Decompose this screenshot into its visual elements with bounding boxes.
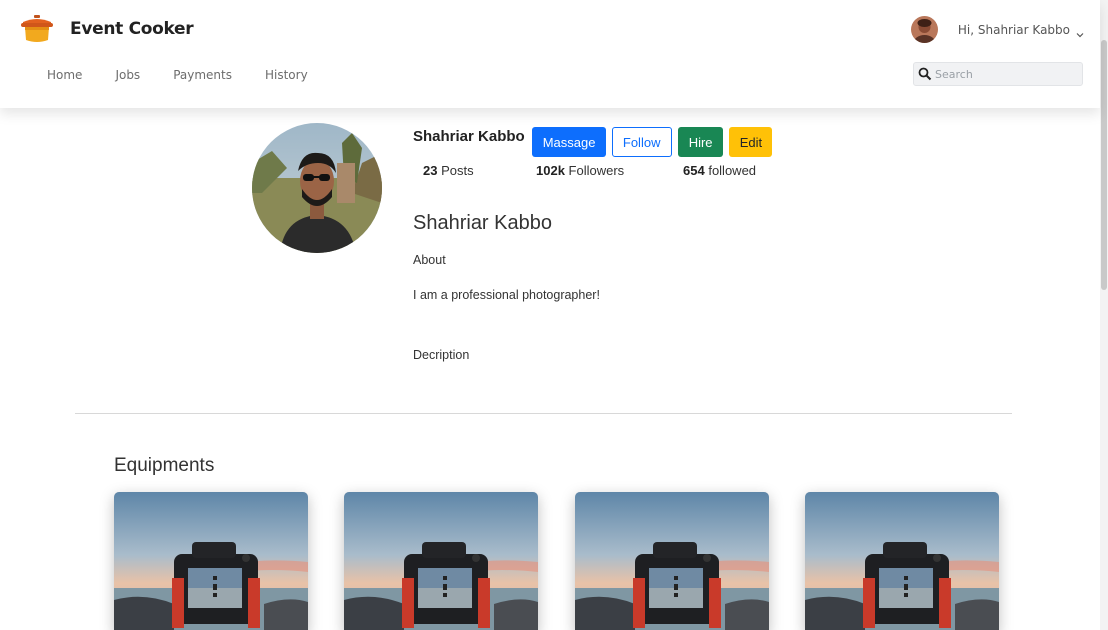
profile-header: Shahriar Kabbo Massage Follow Hire Edit [413, 126, 772, 157]
brand-name: Event Cooker [70, 19, 194, 39]
stat-followers: 102k Followers [536, 163, 624, 178]
equipment-card[interactable] [575, 492, 769, 630]
equipment-card[interactable] [805, 492, 999, 630]
camera-photo-image [114, 492, 308, 630]
camera-photo-image [805, 492, 999, 630]
search-box [913, 62, 1083, 86]
follow-button[interactable]: Follow [611, 127, 672, 157]
main-nav: Home Jobs Payments History [47, 68, 341, 82]
section-divider [75, 413, 1012, 414]
nav-item-payments[interactable]: Payments [173, 68, 232, 82]
user-greeting: Hi, Shahriar Kabbo [957, 22, 1070, 37]
posts-count: 23 [423, 163, 438, 178]
profile-photo [252, 123, 382, 253]
equipment-card[interactable] [114, 492, 308, 630]
camera-photo-image [344, 492, 538, 630]
search-input[interactable] [935, 67, 1075, 81]
cooking-pot-icon [20, 14, 54, 44]
followed-label: followed [708, 163, 757, 178]
page-scrollbar[interactable] [1100, 0, 1108, 630]
about-label: About [413, 253, 446, 267]
equipments-title: Equipments [114, 455, 215, 476]
followers-label: Followers [568, 163, 625, 178]
stat-posts: 23 Posts [423, 163, 474, 178]
brand[interactable]: Event Cooker [20, 14, 194, 44]
message-button[interactable]: Massage [531, 127, 606, 157]
nav-item-home[interactable]: Home [47, 68, 82, 82]
posts-label: Posts [441, 163, 474, 178]
top-navbar: Event Cooker Home Jobs Payments History … [0, 0, 1100, 108]
nav-item-history[interactable]: History [265, 68, 308, 82]
nav-item-jobs[interactable]: Jobs [115, 68, 140, 82]
followed-count: 654 [683, 163, 705, 178]
description-label: Decription [413, 348, 470, 362]
followers-count: 102k [536, 163, 565, 178]
hire-button[interactable]: Hire [677, 127, 723, 157]
profile-username: Shahriar Kabbo [413, 128, 525, 145]
user-avatar[interactable] [910, 16, 938, 43]
stat-followed: 654 followed [683, 163, 756, 178]
camera-photo-image [575, 492, 769, 630]
chevron-down-icon[interactable] [1076, 26, 1084, 37]
search-icon [918, 67, 932, 81]
about-text: I am a professional photographer! [413, 288, 600, 302]
equipment-card[interactable] [344, 492, 538, 630]
profile-display-name: Shahriar Kabbo [413, 212, 552, 234]
user-menu[interactable]: Hi, Shahriar Kabbo [910, 16, 1084, 43]
scrollbar-thumb[interactable] [1101, 40, 1107, 290]
edit-button[interactable]: Edit [728, 127, 772, 157]
